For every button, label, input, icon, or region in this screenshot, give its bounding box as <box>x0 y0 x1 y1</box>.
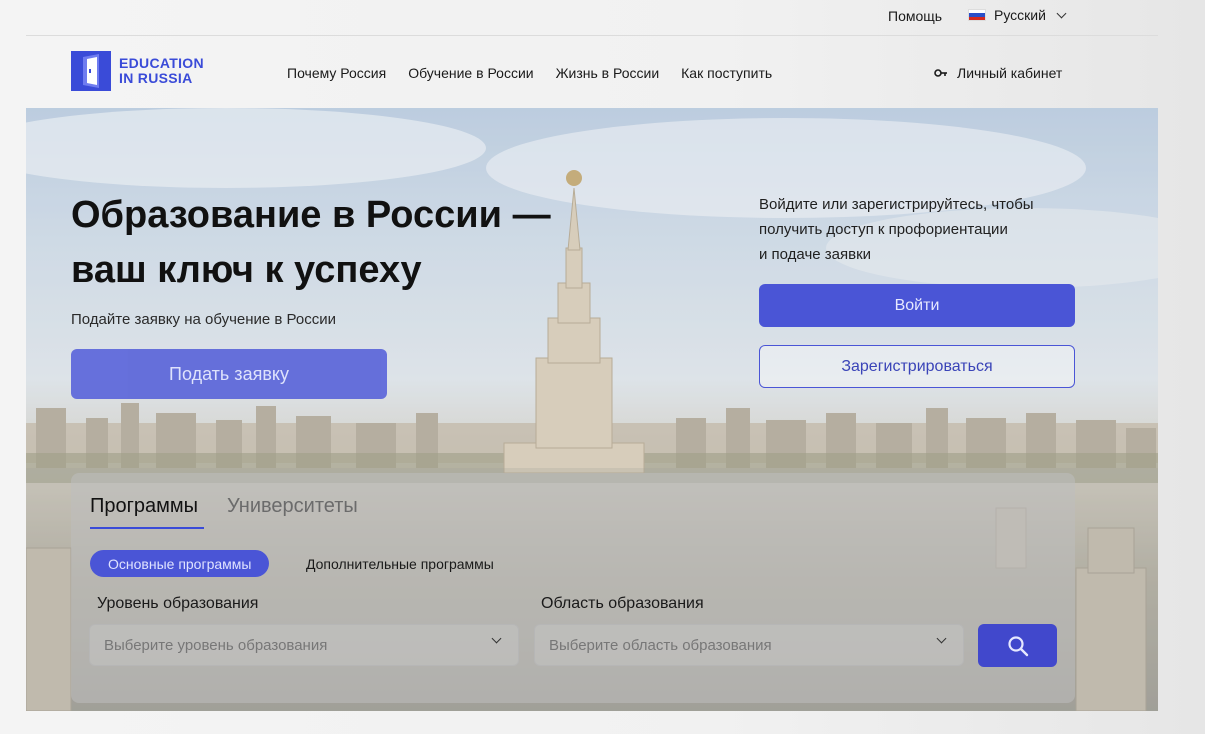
nav-life-in-russia[interactable]: Жизнь в России <box>556 65 660 81</box>
education-area-placeholder: Выберите область образования <box>549 636 772 654</box>
login-prompt-line-3: и подаче заявки <box>759 246 872 263</box>
additional-programs-toggle[interactable]: Дополнительные программы <box>306 556 494 572</box>
nav-how-to-apply[interactable]: Как поступить <box>681 65 772 81</box>
search-icon <box>1007 635 1028 656</box>
utility-bar: Помощь Русский <box>26 0 1158 36</box>
language-selector[interactable]: Русский <box>968 7 1067 23</box>
login-prompt-line-1: Войдите или зарегистрируйтесь, чтобы <box>759 196 1034 213</box>
active-tab-indicator <box>90 527 204 529</box>
help-link[interactable]: Помощь <box>888 8 942 24</box>
education-level-label: Уровень образования <box>97 595 259 612</box>
door-icon <box>71 51 111 91</box>
russia-flag-icon <box>968 9 986 21</box>
main-programs-toggle[interactable]: Основные программы <box>90 550 270 577</box>
education-area-label: Область образования <box>541 595 704 612</box>
chevron-down-icon <box>1056 8 1067 18</box>
nav-why-russia[interactable]: Почему Россия <box>287 65 386 81</box>
hero-title-line-1: Образование в России — <box>71 194 551 236</box>
logo[interactable]: EDUCATION IN RUSSIA <box>71 51 204 91</box>
education-level-select[interactable]: Выберите уровень образования <box>89 624 519 666</box>
login-prompt-line-2: получить доступ к профориентации <box>759 221 1008 238</box>
chevron-down-icon <box>936 633 947 644</box>
main-nav: Почему Россия Обучение в России Жизнь в … <box>287 65 772 81</box>
personal-cabinet-link[interactable]: Личный кабинет <box>934 65 1062 81</box>
logo-line-2: IN RUSSIA <box>119 70 193 86</box>
key-icon <box>934 69 947 77</box>
login-button[interactable]: Войти <box>759 284 1075 327</box>
hero-section: Образование в России — ваш ключ к успеху… <box>26 108 1158 711</box>
login-prompt: Войдите или зарегистрируйтесь, чтобы пол… <box>759 192 1089 267</box>
search-button[interactable] <box>978 624 1057 667</box>
tab-programs[interactable]: Программы <box>90 495 198 518</box>
hero-title-line-2: ваш ключ к успеху <box>71 249 422 291</box>
cabinet-label: Личный кабинет <box>957 65 1063 81</box>
hero-title: Образование в России — ваш ключ к успеху <box>71 188 591 298</box>
register-button[interactable]: Зарегистрироваться <box>759 345 1075 388</box>
education-level-placeholder: Выберите уровень образования <box>104 636 328 654</box>
hero-subtitle: Подайте заявку на обучение в России <box>71 311 336 328</box>
chevron-down-icon <box>491 633 502 644</box>
main-header: EDUCATION IN RUSSIA Почему Россия Обучен… <box>26 37 1158 108</box>
education-area-select[interactable]: Выберите область образования <box>534 624 964 666</box>
page: Помощь Русский EDUCATION IN RUSSIA Почем… <box>0 0 1205 734</box>
nav-study-in-russia[interactable]: Обучение в России <box>408 65 533 81</box>
language-label: Русский <box>994 7 1046 23</box>
apply-button[interactable]: Подать заявку <box>71 349 387 399</box>
logo-text: EDUCATION IN RUSSIA <box>119 56 204 86</box>
logo-line-1: EDUCATION <box>119 55 204 71</box>
program-search-panel: Программы Университеты Основные программ… <box>71 473 1075 703</box>
tab-universities[interactable]: Университеты <box>227 495 358 518</box>
